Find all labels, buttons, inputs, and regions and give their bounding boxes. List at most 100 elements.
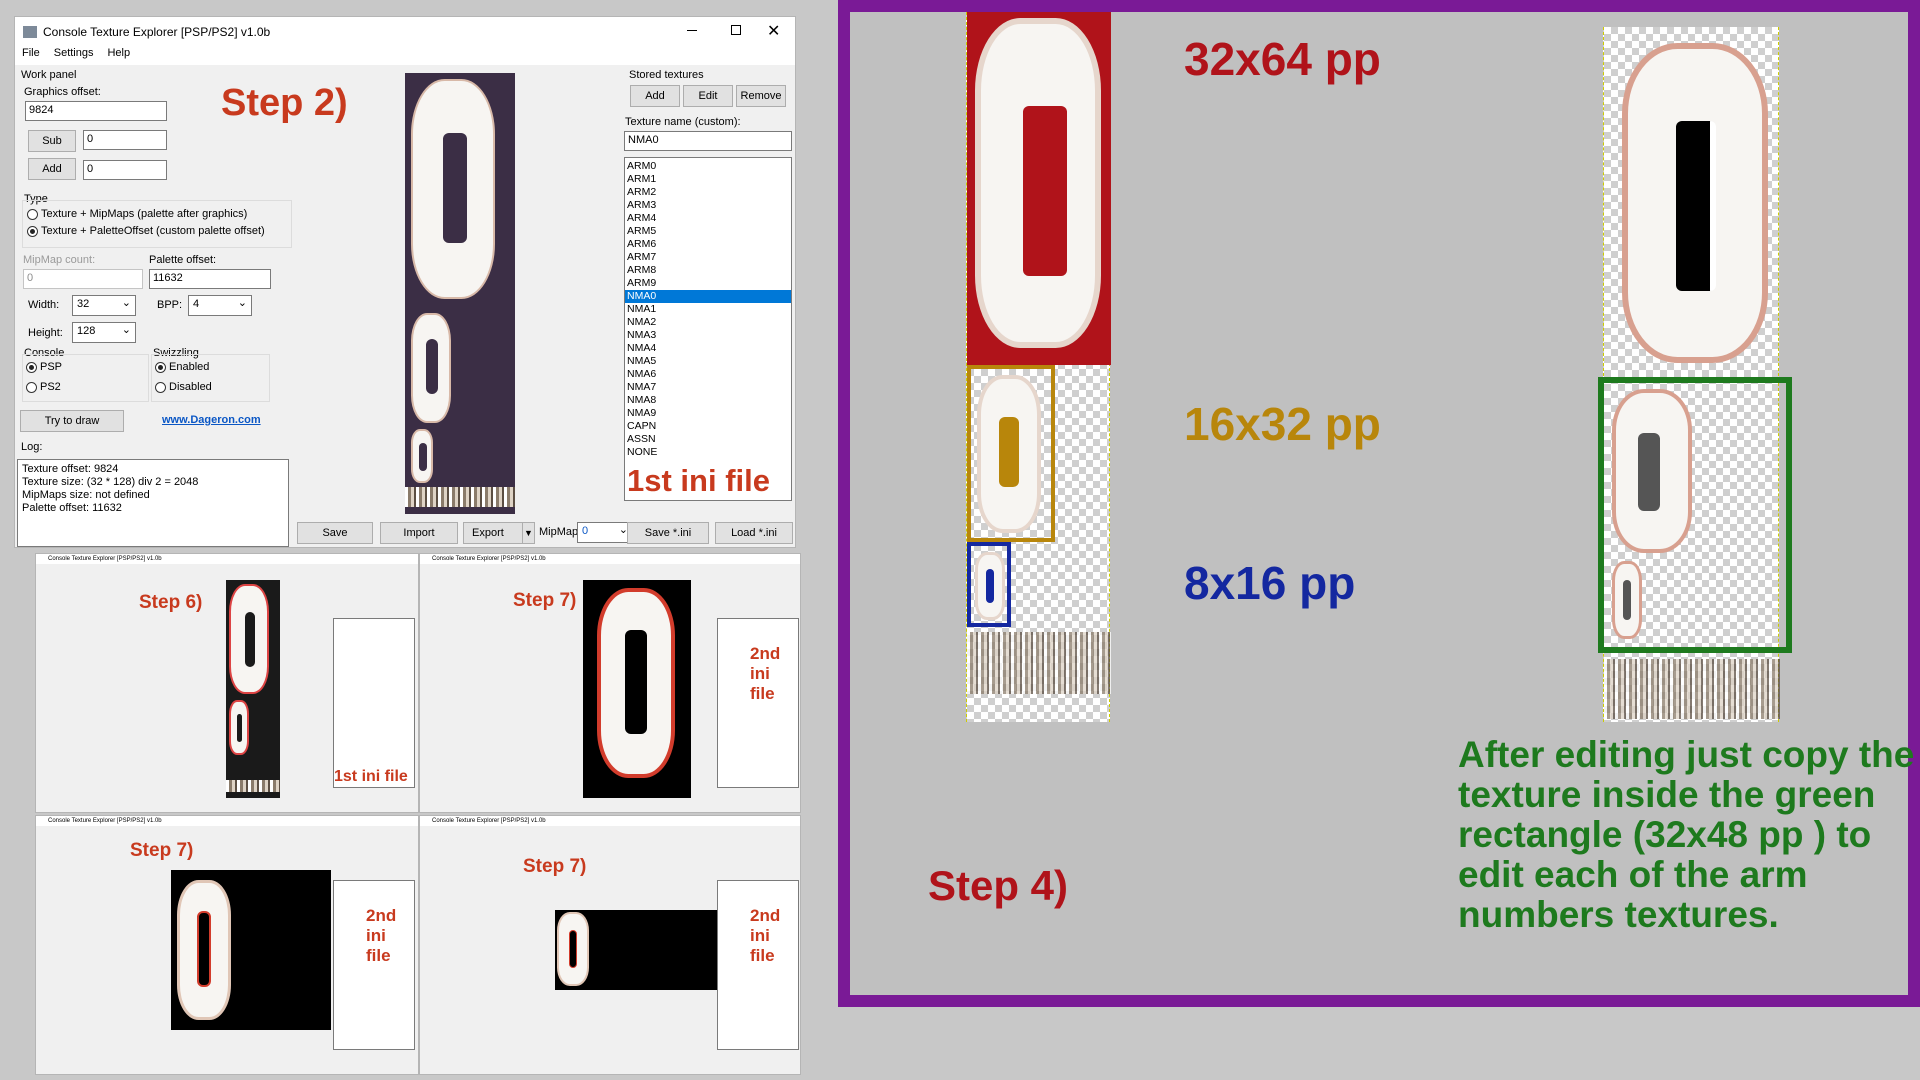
stored-add-button[interactable]: Add [630,85,680,107]
texture-noise [405,487,515,507]
step7-annotation: Step 7) [513,590,577,611]
texture-preview [555,910,719,990]
digit-zero-medium [977,375,1041,533]
console-psp-radio[interactable]: PSP [26,361,62,373]
menu-file[interactable]: File [22,47,40,65]
digit-zero-large [597,588,675,778]
bpp-select[interactable]: 4 ⌄ [188,295,252,316]
texture-block-8x16 [967,542,1011,627]
log-memo[interactable]: Texture offset: 9824 Texture size: (32 *… [17,459,289,547]
save-ini-button[interactable]: Save *.ini [627,522,709,544]
list-item[interactable]: ARM8 [625,264,791,277]
try-to-draw-button[interactable]: Try to draw [20,410,124,432]
digit-zero-large [557,912,589,986]
chevron-down-icon: ⌄ [121,324,131,336]
mipmap-select[interactable]: 0 ⌄ [577,522,633,543]
list-item[interactable]: ARM4 [625,212,791,225]
list-item[interactable]: ARM2 [625,186,791,199]
window-title: Console Texture Explorer [PSP/PS2] v1.0b [432,818,546,824]
list-item[interactable]: NMA1 [625,303,791,316]
import-button[interactable]: Import [380,522,458,544]
type-mipmaps-radio[interactable]: Texture + MipMaps (palette after graphic… [27,208,247,220]
load-ini-button[interactable]: Load *.ini [715,522,793,544]
width-select[interactable]: 32 ⌄ [72,295,136,316]
step7-annotation: Step 7) [523,856,587,877]
first-ini-annotation: 1st ini file [334,768,408,785]
list-item[interactable]: ARM0 [625,160,791,173]
first-ini-annotation: 1st ini file [627,463,770,498]
list-item[interactable]: ARM1 [625,173,791,186]
height-select[interactable]: 128 ⌄ [72,322,136,343]
window-title: Console Texture Explorer [PSP/PS2] v1.0b [432,556,546,562]
swizzling-disabled-radio[interactable]: Disabled [155,381,212,393]
texture-noise [226,780,280,792]
add-value-input[interactable]: 0 [83,160,167,180]
small-window-step7-b: Console Texture Explorer [PSP/PS2] v1.0b… [35,815,419,1075]
list-item[interactable]: ASSN [625,433,791,446]
palette-offset-input[interactable]: 11632 [149,269,271,289]
save-button[interactable]: Save [297,522,373,544]
radio-off-icon [27,208,38,220]
texture-column-edited [1598,27,1792,722]
size-32x64-label: 32x64 pp [1184,33,1381,85]
dageron-link[interactable]: www.Dageron.com [162,414,261,426]
log-line: MipMaps size: not defined [22,489,150,501]
texture-noise [967,632,1111,694]
list-item[interactable]: NMA7 [625,381,791,394]
maximize-icon[interactable] [731,25,741,35]
chevron-down-icon: ⌄ [237,297,247,309]
stored-edit-button[interactable]: Edit [683,85,733,107]
small-window-step7-c: Console Texture Explorer [PSP/PS2] v1.0b… [419,815,801,1075]
radio-off-icon [155,381,166,393]
console-ps2-radio[interactable]: PS2 [26,381,61,393]
list-item[interactable]: ARM5 [625,225,791,238]
digit-zero-large [177,880,231,1020]
stored-remove-button[interactable]: Remove [736,85,786,107]
list-item-selected[interactable]: NMA0 [625,290,791,303]
menu-help[interactable]: Help [107,47,130,65]
sub-value-input[interactable]: 0 [83,130,167,150]
list-item[interactable]: NONE [625,446,791,459]
list-item[interactable]: ARM7 [625,251,791,264]
swizzling-enabled-radio[interactable]: Enabled [155,361,209,373]
menu-settings[interactable]: Settings [54,47,94,65]
list-item[interactable]: NMA9 [625,407,791,420]
texture-preview [583,580,691,798]
list-item[interactable]: CAPN [625,420,791,433]
second-ini-annotation: 2nd ini file [750,644,781,703]
list-item[interactable]: ARM6 [625,238,791,251]
sub-button[interactable]: Sub [28,130,76,152]
add-offset-button[interactable]: Add [28,158,76,180]
title-bar: Console Texture Explorer [PSP/PS2] v1.0b… [15,17,795,47]
texture-preview [405,73,515,514]
list-item[interactable]: NMA5 [625,355,791,368]
second-ini-annotation: 2nd ini file [750,906,781,965]
digit-zero-small [411,429,433,483]
window-title: Console Texture Explorer [PSP/PS2] v1.0b [48,818,162,824]
step4-annotation: Step 4) [928,862,1069,909]
log-label: Log: [21,441,43,453]
close-icon[interactable]: ✕ [767,21,780,41]
step2-annotation: Step 2) [221,82,348,124]
size-16x32-label: 16x32 pp [1184,398,1381,450]
export-button[interactable]: Export ▼ [463,522,535,544]
list-item[interactable]: NMA6 [625,368,791,381]
list-item[interactable]: NMA2 [625,316,791,329]
radio-on-icon [27,225,38,237]
texture-preview [226,580,280,798]
list-item[interactable]: NMA8 [625,394,791,407]
window-title: Console Texture Explorer [PSP/PS2] v1.0b [43,25,271,39]
small-window-step7-a: Console Texture Explorer [PSP/PS2] v1.0b… [419,553,801,813]
main-window: Console Texture Explorer [PSP/PS2] v1.0b… [14,16,796,548]
stored-textures-list[interactable]: ARM0 ARM1 ARM2 ARM3 ARM4 ARM5 ARM6 ARM7 … [624,157,792,501]
list-item[interactable]: NMA4 [625,342,791,355]
list-item[interactable]: ARM9 [625,277,791,290]
type-paletteoffset-radio[interactable]: Texture + PaletteOffset (custom palette … [27,225,265,237]
graphics-offset-input[interactable]: 9824 [25,101,167,121]
texture-name-input[interactable]: NMA0 [624,131,792,151]
minimize-icon[interactable] [687,30,697,31]
radio-on-icon [26,361,37,373]
list-item[interactable]: NMA3 [625,329,791,342]
list-item[interactable]: ARM3 [625,199,791,212]
stored-textures-list[interactable] [333,618,415,788]
